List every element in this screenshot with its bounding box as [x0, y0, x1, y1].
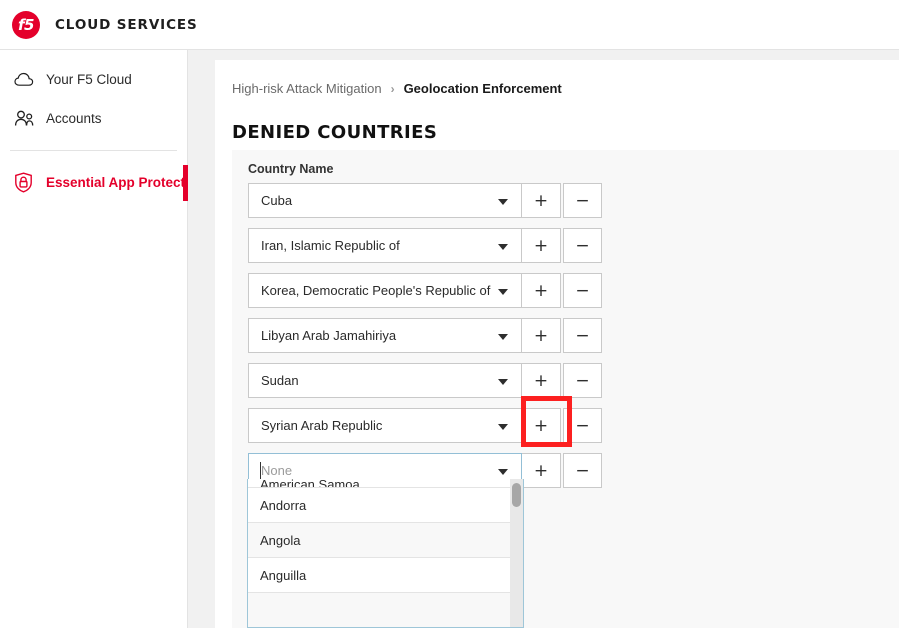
sidebar: Your F5 Cloud Accounts Essential App Pro… — [0, 50, 188, 628]
remove-row-button-1[interactable]: − — [563, 228, 602, 263]
dropdown-scrollbar-thumb[interactable] — [512, 483, 521, 507]
remove-row-button-2[interactable]: − — [563, 273, 602, 308]
brand-logo[interactable]: f5 CLOUD SERVICES — [12, 10, 198, 39]
chevron-down-icon — [498, 378, 508, 385]
add-row-button-2[interactable]: + — [522, 273, 561, 308]
country-dropdown-list[interactable]: American Samoa Andorra Angola Anguilla — [247, 479, 524, 628]
shield-lock-icon — [14, 172, 40, 194]
cloud-icon — [14, 69, 40, 91]
country-select-value: Libyan Arab Jamahiriya — [261, 328, 397, 343]
country-select-5[interactable]: Syrian Arab Republic — [248, 408, 522, 443]
page-title: DENIED COUNTRIES — [232, 122, 438, 143]
f5-logo-icon: f5 — [12, 10, 40, 39]
list-item[interactable]: Anguilla — [248, 558, 523, 593]
breadcrumb-current: Geolocation Enforcement — [403, 81, 562, 96]
sidebar-divider — [10, 150, 177, 151]
remove-row-button-5[interactable]: − — [563, 408, 602, 443]
table-row: Libyan Arab Jamahiriya + − — [248, 318, 602, 353]
country-select-placeholder: None — [261, 463, 293, 478]
sidebar-item-essential-app-protect[interactable]: Essential App Protect — [0, 163, 188, 202]
sidebar-item-accounts[interactable]: Accounts — [0, 99, 187, 138]
chevron-down-icon — [498, 423, 508, 430]
country-select-value: Cuba — [261, 193, 293, 208]
chevron-down-icon — [498, 243, 508, 250]
add-row-button-4[interactable]: + — [522, 363, 561, 398]
chevron-right-icon: › — [390, 81, 395, 96]
country-select-1[interactable]: Iran, Islamic Republic of — [248, 228, 522, 263]
sidebar-item-label: Accounts — [46, 111, 102, 126]
table-row: Sudan + − — [248, 363, 602, 398]
chevron-down-icon — [498, 333, 508, 340]
list-item[interactable]: American Samoa — [248, 479, 523, 488]
remove-row-button-6[interactable]: − — [563, 453, 602, 488]
accounts-icon — [14, 108, 40, 130]
column-header-country-name: Country Name — [248, 162, 334, 176]
app-header: f5 CLOUD SERVICES — [0, 0, 899, 50]
country-select-0[interactable]: Cuba — [248, 183, 522, 218]
table-row: Korea, Democratic People's Republic of +… — [248, 273, 602, 308]
country-select-value: Iran, Islamic Republic of — [261, 238, 400, 253]
country-select-value: Korea, Democratic People's Republic of — [261, 283, 491, 298]
brand-title: CLOUD SERVICES — [55, 16, 198, 33]
country-select-2[interactable]: Korea, Democratic People's Republic of — [248, 273, 522, 308]
remove-row-button-4[interactable]: − — [563, 363, 602, 398]
chevron-down-icon — [498, 288, 508, 295]
list-item[interactable]: Andorra — [248, 488, 523, 523]
sidebar-item-your-f5-cloud[interactable]: Your F5 Cloud — [0, 60, 187, 99]
breadcrumb-parent[interactable]: High-risk Attack Mitigation — [232, 81, 382, 96]
add-row-button-3[interactable]: + — [522, 318, 561, 353]
sidebar-item-label: Essential App Protect — [46, 175, 186, 190]
add-row-button-1[interactable]: + — [522, 228, 561, 263]
country-select-value: Sudan — [261, 373, 299, 388]
add-row-button-0[interactable]: + — [522, 183, 561, 218]
list-item[interactable] — [248, 593, 523, 627]
dropdown-scrollbar[interactable] — [510, 479, 523, 627]
add-row-button-5[interactable]: + — [522, 408, 561, 443]
add-row-button-6[interactable]: + — [522, 453, 561, 488]
chevron-down-icon — [498, 468, 508, 475]
country-select-value: Syrian Arab Republic — [261, 418, 383, 433]
table-row: Cuba + − — [248, 183, 602, 218]
table-row: Syrian Arab Republic + − — [248, 408, 602, 443]
chevron-down-icon — [498, 198, 508, 205]
text-cursor — [260, 462, 261, 480]
breadcrumb: High-risk Attack Mitigation › Geolocatio… — [232, 81, 562, 96]
country-rows-list: Cuba + − Iran, Islamic Republic of + − K… — [248, 183, 602, 498]
remove-row-button-3[interactable]: − — [563, 318, 602, 353]
remove-row-button-0[interactable]: − — [563, 183, 602, 218]
sidebar-item-label: Your F5 Cloud — [46, 72, 132, 87]
country-select-3[interactable]: Libyan Arab Jamahiriya — [248, 318, 522, 353]
table-row: Iran, Islamic Republic of + − — [248, 228, 602, 263]
list-item[interactable]: Angola — [248, 523, 523, 558]
country-select-4[interactable]: Sudan — [248, 363, 522, 398]
